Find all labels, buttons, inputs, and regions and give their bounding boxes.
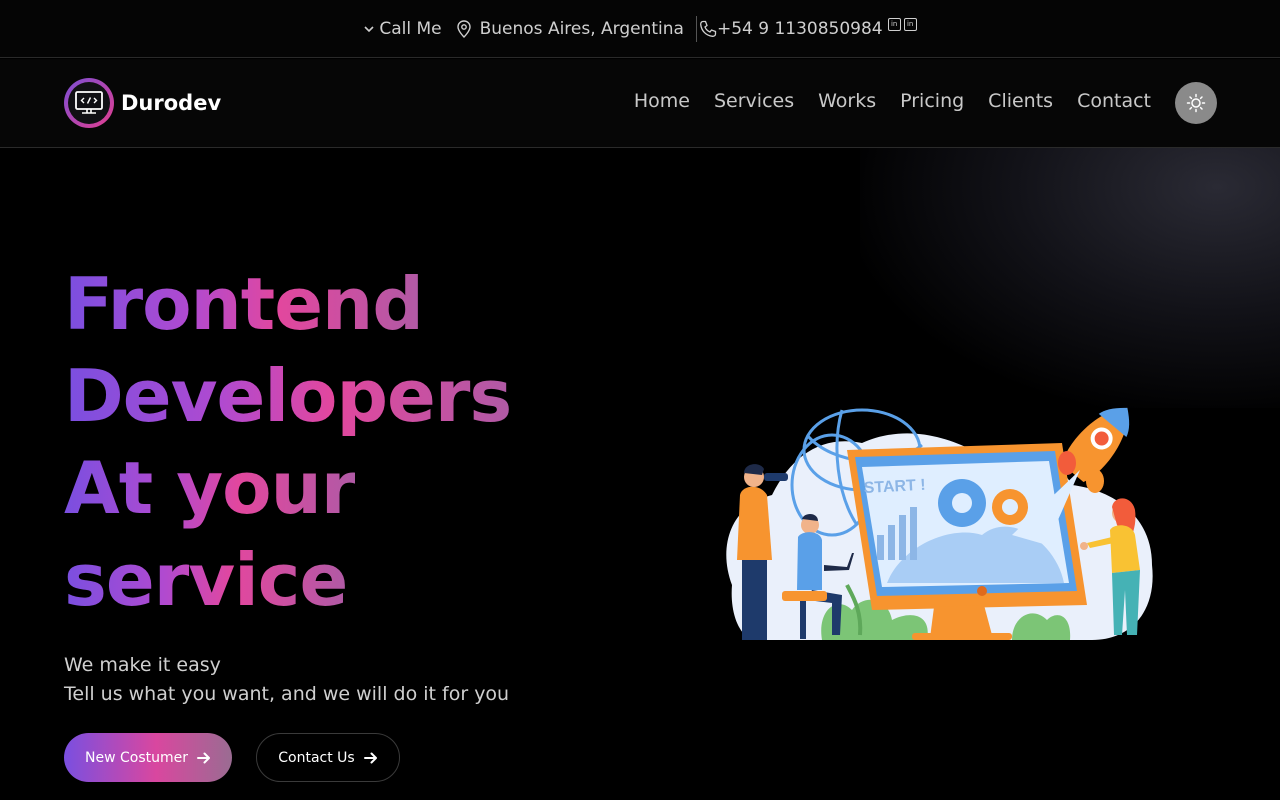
contact-us-label: Contact Us [278, 749, 355, 766]
nav-clients[interactable]: Clients [988, 90, 1053, 112]
screen-start-text: START ! [863, 477, 926, 497]
phone-icon [699, 20, 717, 37]
linkedin-icon[interactable]: in [903, 18, 917, 31]
location-pin-icon [456, 19, 471, 38]
arrow-right-icon [197, 752, 210, 763]
call-me-label: Call Me [379, 18, 442, 39]
location: Buenos Aires, Argentina [456, 19, 684, 39]
top-contact-bar: Call Me Buenos Aires, Argentina +54 9 11… [0, 0, 1280, 58]
phone[interactable]: +54 9 1130850984 [699, 19, 883, 39]
hero-illustration: START ! [726, 407, 1153, 640]
nav-menu: Home Services Works Pricing Clients Cont… [610, 90, 1151, 112]
new-customer-label: New Costumer [85, 749, 188, 766]
arrow-right-icon [363, 752, 377, 763]
headline-line: Developers [64, 350, 512, 442]
nav-home[interactable]: Home [634, 90, 690, 112]
hero-headline: Frontend Developers At your service [64, 258, 624, 626]
headline-line: service [64, 534, 348, 626]
new-customer-button[interactable]: New Costumer [64, 733, 232, 782]
brand-logo [64, 78, 114, 128]
headline-line: At your [64, 442, 356, 534]
code-monitor-icon [75, 91, 103, 114]
subtitle-line-2: Tell us what you want, and we will do it… [64, 683, 510, 705]
nav-pricing[interactable]: Pricing [900, 90, 964, 112]
chevron-down-icon [364, 25, 374, 32]
subtitle-line-1: We make it easy [64, 654, 221, 676]
headline-line: Frontend [64, 258, 424, 350]
main-navigation: Durodev Home Services Works Pricing Clie… [0, 59, 1280, 148]
hero-subtitle: We make it easy Tell us what you want, a… [64, 651, 509, 709]
theme-toggle-button[interactable] [1175, 82, 1217, 124]
call-me-dropdown[interactable]: Call Me [363, 18, 442, 39]
divider [695, 15, 697, 42]
social-links: in in [885, 18, 917, 31]
sun-icon [1186, 93, 1206, 113]
linkedin-icon[interactable]: in [887, 18, 901, 31]
nav-services[interactable]: Services [714, 90, 794, 112]
brand[interactable]: Durodev [64, 78, 221, 128]
hero-glow [860, 148, 1280, 408]
brand-name: Durodev [121, 91, 222, 115]
nav-contact[interactable]: Contact [1077, 90, 1151, 112]
contact-us-button[interactable]: Contact Us [256, 733, 400, 782]
phone-number: +54 9 1130850984 [716, 18, 883, 39]
nav-works[interactable]: Works [818, 90, 876, 112]
location-text: Buenos Aires, Argentina [479, 18, 684, 39]
